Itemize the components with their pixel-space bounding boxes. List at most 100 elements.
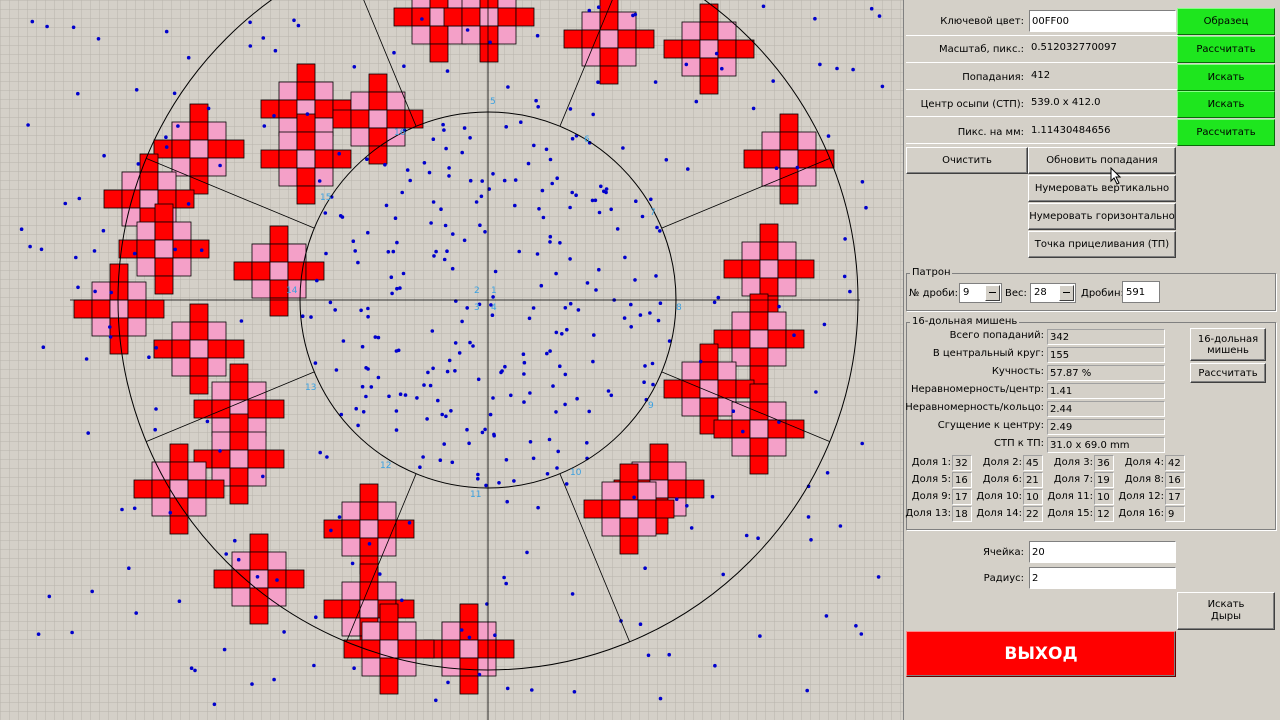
radius-input[interactable] (1029, 567, 1176, 589)
hole-cell (731, 329, 751, 349)
hole-cell (175, 189, 195, 209)
hit-dot (434, 698, 438, 703)
hole-cell (459, 603, 479, 623)
hole-cell (459, 639, 479, 659)
hit-dot (756, 536, 760, 540)
pellets-input[interactable] (1122, 281, 1160, 303)
hole-cell (249, 605, 269, 625)
hole-cell (581, 29, 601, 49)
hit-dot (398, 286, 402, 290)
hit-dot (77, 196, 82, 201)
hole-cell (350, 127, 370, 147)
hit-dot (591, 359, 595, 364)
hit-dot (622, 316, 627, 320)
sector-label-3: Доля 3: (1053, 457, 1093, 468)
sector-number-14: 14 (286, 286, 298, 296)
number-vertical-button[interactable]: Нумеровать вертикально (1028, 175, 1176, 202)
exit-button[interactable]: ВЫХОД (906, 631, 1176, 677)
number-horizontal-button[interactable]: Нумеровать горизонтально (1028, 203, 1176, 230)
hole-cell (109, 281, 129, 301)
hit-dot (490, 313, 495, 318)
update-hits-button[interactable]: Обновить попадания (1028, 147, 1176, 174)
target-canvas[interactable]: 1 2 3 4 5 6 7 8 9 10 11 12 13 14 15 16 (0, 0, 903, 720)
hit-dot (465, 427, 469, 432)
hole-cell (247, 431, 267, 451)
hole-cell (189, 121, 209, 141)
hole-cell (477, 621, 497, 641)
hit-dot (558, 241, 562, 245)
sector-number-1: 1 (491, 286, 497, 296)
center-find-button[interactable]: Искать (1177, 91, 1275, 118)
hit-dot (633, 278, 637, 282)
hole-cell (139, 153, 159, 173)
hit-dot (479, 194, 484, 199)
hole-cell (415, 639, 435, 659)
key-color-label: Ключевой цвет: (940, 16, 1024, 27)
hits-find-button[interactable]: Искать (1177, 64, 1275, 91)
sector-value-4: 42 (1165, 455, 1185, 471)
hit-dot (465, 28, 470, 32)
hole-cell (749, 419, 769, 439)
hole-cell (296, 185, 316, 205)
key-color-input[interactable] (1029, 10, 1176, 32)
hit-dot (477, 672, 482, 677)
hit-dot (136, 162, 141, 166)
hit-dot (570, 592, 575, 596)
hole-cell (231, 569, 251, 589)
hole-cell (251, 261, 271, 281)
scale-calc-button[interactable]: Рассчитать (1177, 36, 1275, 63)
hit-dot (587, 409, 591, 414)
hole-cell (171, 339, 191, 359)
hole-cell (189, 357, 209, 377)
cell-input[interactable] (1029, 541, 1176, 563)
weight-select[interactable]: 28 (1030, 283, 1076, 303)
hit-dot (560, 332, 564, 336)
density-value: 57.87 % (1047, 365, 1165, 381)
clear-button[interactable]: Очистить (906, 147, 1028, 174)
hit-dot (731, 409, 736, 414)
hit-dot (450, 460, 455, 465)
hit-dot (649, 197, 653, 202)
hit-dot (527, 316, 532, 321)
hole-cell (103, 189, 123, 209)
hit-dot (550, 181, 554, 186)
sector-number-8: 8 (676, 303, 682, 313)
find-holes-button[interactable]: Искать Дыры (1177, 592, 1275, 630)
dropdown-arrow-icon[interactable] (985, 285, 1000, 301)
hit-dot (420, 17, 424, 21)
target16-button[interactable]: 16-дольная мишень (1190, 328, 1266, 361)
target16-calc-button[interactable]: Рассчитать (1190, 363, 1266, 383)
hole-cell (151, 497, 171, 517)
hit-dot (876, 575, 881, 579)
hit-dot (504, 125, 509, 129)
hole-cell (461, 25, 481, 45)
hole-cell (619, 535, 639, 555)
aim-point-button[interactable]: Точка прицеливания (ТП) (1028, 231, 1176, 258)
hit-dot (153, 427, 157, 432)
hole-cell (121, 189, 141, 209)
hit-dot (545, 472, 550, 476)
hit-dot (74, 255, 78, 260)
hole-cell (397, 639, 417, 659)
target-image[interactable]: 123 45678910111213141516 (0, 0, 903, 720)
hole-cell (207, 157, 227, 177)
hit-dot (563, 372, 568, 377)
shot-number-select[interactable]: 9 (959, 283, 1002, 303)
pxmm-calc-button[interactable]: Рассчитать (1177, 119, 1275, 146)
hit-dot (499, 370, 503, 375)
hole-cell (601, 517, 621, 537)
pellets-label: Дробин: (1081, 288, 1124, 299)
hit-dot (28, 244, 32, 249)
hit-dot (426, 370, 430, 375)
hit-dot (555, 466, 559, 470)
sample-button[interactable]: Образец (1177, 8, 1275, 35)
hole-cell (699, 3, 719, 23)
hit-dot (383, 162, 387, 167)
dropdown-arrow-icon[interactable] (1059, 285, 1074, 301)
hit-dot (694, 99, 699, 104)
hole-cell (189, 103, 209, 123)
hit-dot (334, 368, 339, 372)
hole-cell (495, 639, 515, 659)
hole-cell (461, 0, 481, 9)
hit-dot (108, 325, 112, 329)
